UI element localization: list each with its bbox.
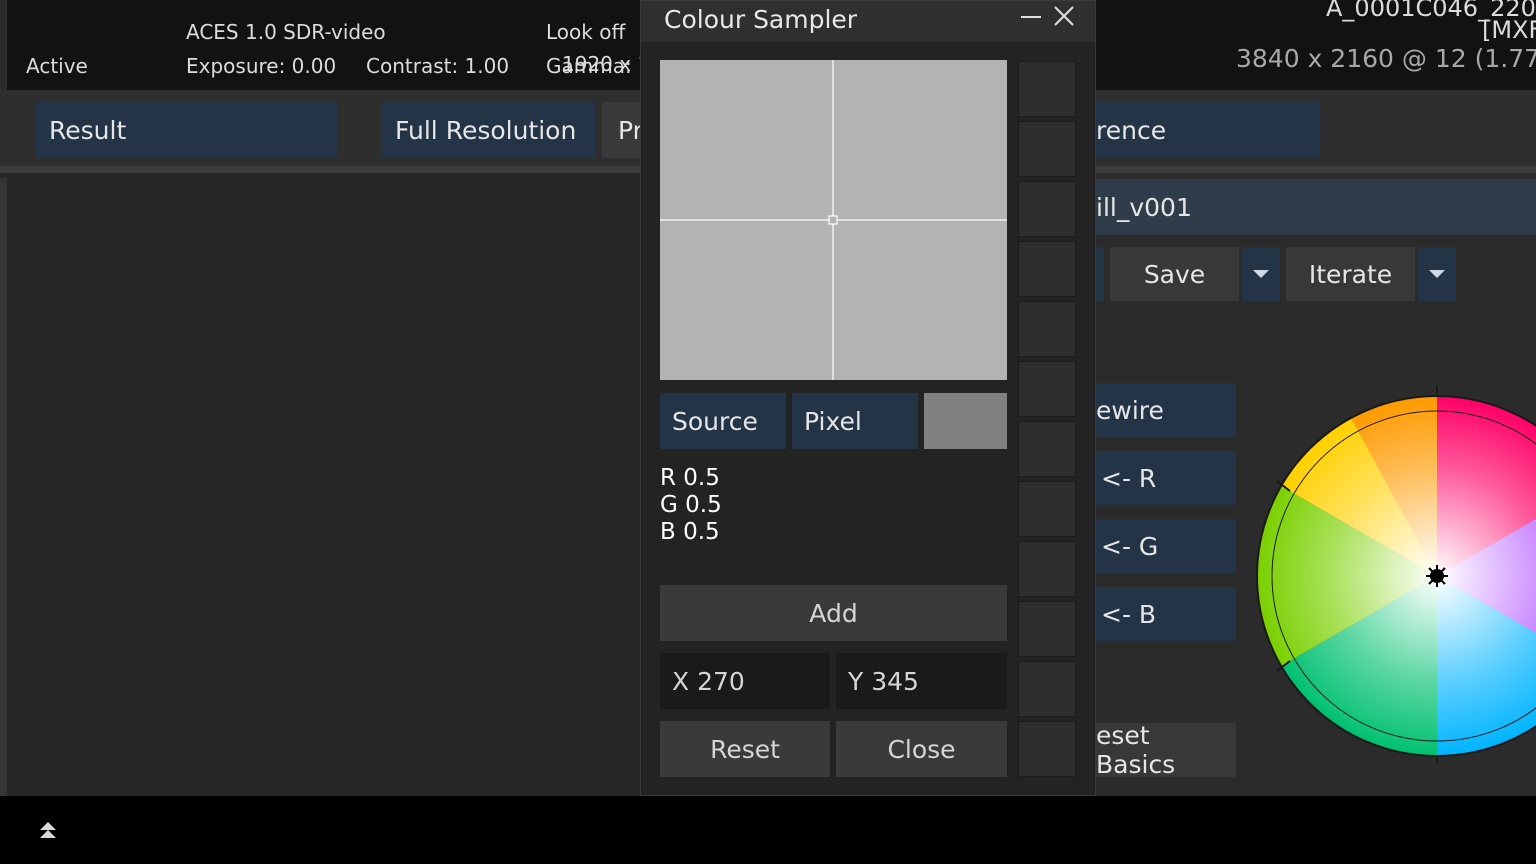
b-channel-button[interactable]: <- B — [1096, 587, 1236, 641]
g-value: G 0.5 — [660, 492, 722, 518]
colour-wheel[interactable] — [1256, 383, 1536, 763]
sample-preview[interactable] — [660, 60, 1007, 380]
rewire-button[interactable]: ewire — [1096, 383, 1236, 437]
swatch-slot[interactable] — [1018, 241, 1076, 297]
resolution-readout: 1920 x 1 — [562, 52, 651, 76]
colour-sampler-dialog: Colour Sampler Source Pixel R 0.5 G 0.5 … — [640, 0, 1096, 796]
save-button[interactable]: Save — [1110, 247, 1239, 301]
status-bar-edge — [0, 0, 7, 90]
viewer-edge — [0, 178, 7, 796]
display-transform[interactable]: ACES 1.0 SDR-video — [186, 20, 386, 44]
swatch-slot[interactable] — [1018, 361, 1076, 417]
expand-up-icon[interactable] — [38, 820, 58, 842]
crosshair-icon[interactable] — [660, 60, 1007, 380]
status-state: Active — [26, 54, 88, 78]
dialog-title-bar[interactable]: Colour Sampler — [641, 1, 1095, 42]
swatch-slot[interactable] — [1018, 481, 1076, 537]
exposure-readout[interactable]: Exposure: 0.00 — [186, 54, 336, 78]
source-button[interactable]: Source — [660, 393, 786, 449]
chevron-down-icon — [1253, 270, 1269, 278]
reset-button[interactable]: Reset — [660, 721, 830, 777]
g-channel-button[interactable]: <- G — [1096, 519, 1236, 573]
y-coordinate-field[interactable]: Y 345 — [836, 653, 1007, 709]
reference-button[interactable]: rence — [1096, 102, 1320, 158]
save-dropdown[interactable] — [1242, 247, 1280, 301]
swatch-slot[interactable] — [1018, 121, 1076, 177]
r-channel-button[interactable]: <- R — [1096, 451, 1236, 505]
reset-basics-button[interactable]: eset Basics — [1096, 721, 1236, 779]
iterate-button[interactable]: Iterate — [1286, 247, 1415, 301]
look-readout[interactable]: Look off — [546, 20, 625, 44]
swatch-slot[interactable] — [1018, 601, 1076, 657]
close-button[interactable]: Close — [836, 721, 1007, 777]
iterate-dropdown[interactable] — [1418, 247, 1456, 301]
x-coordinate-field[interactable]: X 270 — [660, 653, 830, 709]
swatch-slot[interactable] — [1018, 61, 1076, 117]
minimize-icon[interactable] — [1021, 15, 1041, 19]
dialog-title: Colour Sampler — [664, 5, 858, 34]
swatch-slot[interactable] — [1018, 541, 1076, 597]
previous-dropdown-edge[interactable] — [1096, 247, 1104, 301]
wheel-puck-icon[interactable] — [1426, 565, 1448, 587]
chevron-down-icon — [1429, 270, 1445, 278]
swatch-slot[interactable] — [1018, 421, 1076, 477]
version-name-field[interactable]: ill_v001 — [1096, 179, 1536, 235]
rgb-readout: R 0.5 G 0.5 B 0.5 — [660, 465, 722, 546]
bottom-bar — [0, 796, 1536, 864]
result-button[interactable]: Result — [36, 102, 337, 158]
contrast-readout[interactable]: Contrast: 1.00 — [366, 54, 509, 78]
swatch-slot[interactable] — [1018, 301, 1076, 357]
r-value: R 0.5 — [660, 465, 720, 491]
swatch-slot[interactable] — [1018, 721, 1076, 777]
swatch-slot[interactable] — [1018, 181, 1076, 237]
add-button[interactable]: Add — [660, 585, 1007, 641]
clip-format: [MXF — [1482, 16, 1536, 44]
image-viewer[interactable] — [0, 173, 640, 796]
close-icon[interactable] — [1053, 5, 1075, 27]
sampled-colour-swatch — [924, 393, 1007, 449]
b-value: B 0.5 — [660, 519, 720, 545]
source-info: 3840 x 2160 @ 12 (1.778) — [1236, 44, 1536, 73]
pixel-button[interactable]: Pixel — [792, 393, 918, 449]
grade-panel: ill_v001 Save Iterate ewire <- R <- G <-… — [1096, 173, 1536, 796]
full-resolution-button[interactable]: Full Resolution — [382, 102, 595, 158]
swatch-slot[interactable] — [1018, 661, 1076, 717]
